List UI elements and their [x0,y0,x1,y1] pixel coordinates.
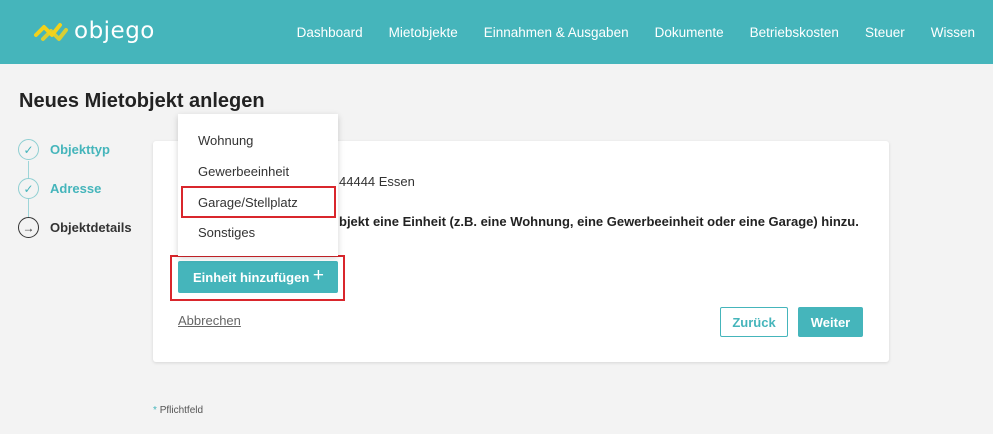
required-marker: * [153,405,157,416]
main-nav: Dashboard Mietobjekte Einnahmen & Ausgab… [271,0,975,64]
back-button[interactable]: Zurück [720,307,788,337]
page-title: Neues Mietobjekt anlegen [19,90,265,112]
address-text: 44444 Essen [339,174,415,189]
info-text: bjekt eine Einheit (z.B. eine Wohnung, e… [339,214,859,229]
step-label: Objektdetails [50,220,132,235]
step-indicator: ✓ Objekttyp ✓ Adresse → Objektdetails [18,139,148,249]
step-objektdetails: → Objektdetails [18,217,132,238]
step-adresse[interactable]: ✓ Adresse [18,178,101,199]
logo-text: objego [74,18,155,44]
dropdown-option-sonstiges[interactable]: Sonstiges [198,225,255,240]
highlight-box-garage [181,186,336,218]
check-icon: ✓ [18,178,39,199]
nav-item-dokumente[interactable]: Dokumente [655,25,724,40]
nav-item-einnahmen-ausgaben[interactable]: Einnahmen & Ausgaben [484,25,629,40]
nav-item-mietobjekte[interactable]: Mietobjekte [389,25,458,40]
nav-item-dashboard[interactable]: Dashboard [297,25,363,40]
dropdown-option-wohnung[interactable]: Wohnung [198,133,253,148]
step-label: Adresse [50,181,102,196]
unit-type-dropdown: Wohnung Gewerbeeinheit Garage/Stellplatz… [178,114,338,256]
top-navigation-bar: objego Dashboard Mietobjekte Einnahmen &… [0,0,993,64]
required-note-text: Pflichtfeld [159,405,204,416]
step-label: Objekttyp [50,142,110,157]
required-field-note: * Pflichtfeld [153,405,203,416]
arrow-right-icon: → [18,217,39,238]
highlight-box-add-unit [170,255,345,301]
check-icon: ✓ [18,139,39,160]
nav-item-steuer[interactable]: Steuer [865,25,905,40]
next-button[interactable]: Weiter [798,307,863,337]
nav-item-betriebskosten[interactable]: Betriebskosten [750,25,839,40]
nav-item-wissen[interactable]: Wissen [931,25,975,40]
cancel-link[interactable]: Abbrechen [178,313,241,328]
logo-mark-icon [34,23,68,41]
step-objekttyp[interactable]: ✓ Objekttyp [18,139,110,160]
objego-logo[interactable]: objego [34,18,155,44]
dropdown-option-gewerbeeinheit[interactable]: Gewerbeeinheit [198,164,289,179]
